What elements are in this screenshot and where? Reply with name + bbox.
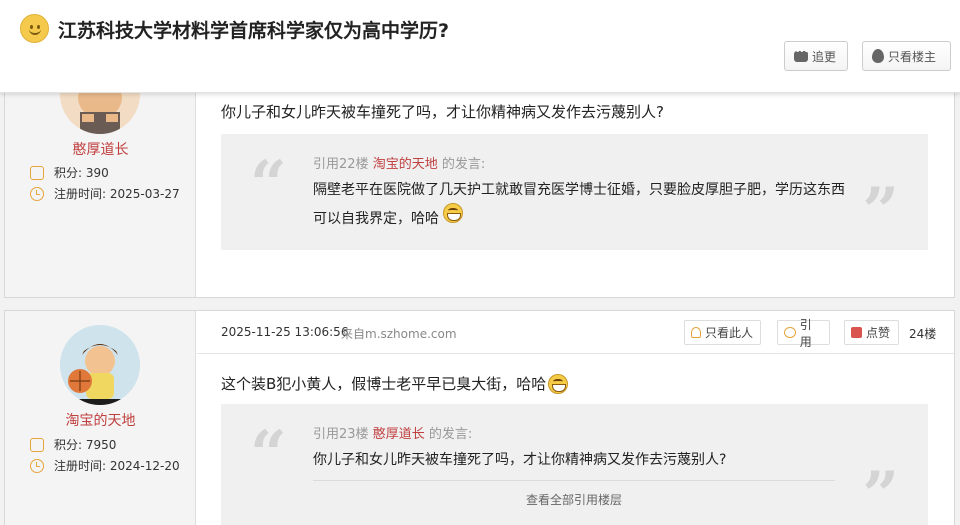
author-only-label: 只看楼主 [888,49,937,64]
quote-suffix: 的发言: [428,427,473,442]
only-this-user-button[interactable]: 只看此人 [684,320,761,345]
quoted-user[interactable]: 憨厚道长 [373,427,425,442]
only-this-user-label: 只看此人 [705,326,754,340]
grin-emoji-icon [443,203,464,223]
post-content: 你儿子和女儿昨天被车撞死了吗，才让你精神病又发作去污蔑别人? [221,103,664,121]
post-body: 你儿子和女儿昨天被车撞死了吗，才让你精神病又发作去污蔑别人? “ 引用22楼 淘… [197,81,954,297]
post-toolbar: 2025-11-25 13:06:56 来自m.szhome.com 只看此人 … [197,311,954,354]
reg-date-value: 2025-03-27 [109,187,180,201]
quote-button[interactable]: 引用 [777,318,830,349]
user-icon [691,327,701,338]
page: 江苏科技大学材料学首席科学家仅为高中学历? 追更 只看楼主 憨厚道长 [0,0,960,525]
quote-close-icon: ” [862,458,899,525]
follow-label: 追更 [812,49,837,64]
points-label: 积分: [54,438,83,452]
smiley-icon [20,14,49,43]
quote-divider [313,480,835,481]
post: 淘宝的天地 积分: 7950 注册时间: 2024-12-20 2025-11-… [4,310,955,525]
user-reg-date: 注册时间: 2025-03-27 [30,185,180,202]
bubble-icon [784,327,796,338]
quote-text-content: 隔壁老平在医院做了几天护工就敢冒充医学博士征婚，只要脸皮厚胆子肥，学历这东西可以… [313,182,845,227]
thumbs-up-icon [851,327,862,338]
follow-button[interactable]: 追更 [784,41,848,71]
quote-text: 你儿子和女儿昨天被车撞死了吗，才让你精神病又发作去污蔑别人? [313,452,727,468]
clock-icon [30,186,44,201]
thread-header: 江苏科技大学材料学首席科学家仅为高中学历? 追更 只看楼主 [0,0,960,93]
quote-prefix: 引用22楼 [313,157,369,172]
floor-number: 24楼 [909,327,937,341]
quote-header: 引用23楼 憨厚道长 的发言: [313,423,472,442]
quote-label: 引用 [799,317,812,349]
grin-emoji-icon [548,373,569,394]
thread-title: 江苏科技大学材料学首席科学家仅为高中学历? [58,20,450,42]
post-content: 这个装B犯小黄人，假博士老平早已臭大街，哈哈 [221,373,569,394]
user-sidebar: 憨厚道长 积分: 390 注册时间: 2025-03-27 [5,54,196,297]
comment-icon [794,47,808,62]
user-points: 积分: 7950 [30,436,116,453]
post-source: 来自m.szhome.com [341,327,457,341]
reg-label: 注册时间: [54,459,107,473]
reg-date-value: 2024-12-20 [109,459,180,473]
user-points: 积分: 390 [30,164,109,181]
points-value: 390 [85,166,109,180]
like-label: 点赞 [866,326,891,340]
post: 憨厚道长 积分: 390 注册时间: 2025-03-27 你儿子和女儿昨天被车… [4,54,955,298]
post-content-text: 这个装B犯小黄人，假博士老平早已臭大街，哈哈 [221,375,547,393]
quote-block: “ 引用22楼 淘宝的天地 的发言: 隔壁老平在医院做了几天护工就敢冒充医学博士… [221,134,928,250]
author-only-button[interactable]: 只看楼主 [862,41,951,71]
quoted-user[interactable]: 淘宝的天地 [373,157,438,172]
points-label: 积分: [54,166,83,180]
view-all-quotes-link[interactable]: 查看全部引用楼层 [313,491,835,508]
reg-label: 注册时间: [54,187,107,201]
drop-icon [872,49,884,63]
quote-suffix: 的发言: [441,157,486,172]
quote-text: 隔壁老平在医院做了几天护工就敢冒充医学博士征婚，只要脸皮厚胆子肥，学历这东西可以… [313,177,853,232]
quote-header: 引用22楼 淘宝的天地 的发言: [313,153,485,172]
quote-close-icon: ” [862,174,899,249]
user-sidebar: 淘宝的天地 积分: 7950 注册时间: 2024-12-20 [5,311,196,525]
coin-icon [30,165,44,180]
quote-block: “ 引用23楼 憨厚道长 的发言: 你儿子和女儿昨天被车撞死了吗，才让你精神病又… [221,404,928,525]
user-reg-date: 注册时间: 2024-12-20 [30,457,180,474]
post-date: 2025-11-25 13:06:56 [221,325,349,339]
coin-icon [30,437,44,452]
like-button[interactable]: 点赞 [844,320,899,345]
points-value: 7950 [85,438,117,452]
username[interactable]: 憨厚道长 [5,139,196,159]
avatar[interactable] [60,325,140,405]
clock-icon [30,458,44,473]
quote-open-icon: “ [250,417,287,492]
quote-open-icon: “ [250,147,287,222]
quote-prefix: 引用23楼 [313,427,369,442]
post-body: 2025-11-25 13:06:56 来自m.szhome.com 只看此人 … [197,311,954,525]
username[interactable]: 淘宝的天地 [5,410,196,430]
